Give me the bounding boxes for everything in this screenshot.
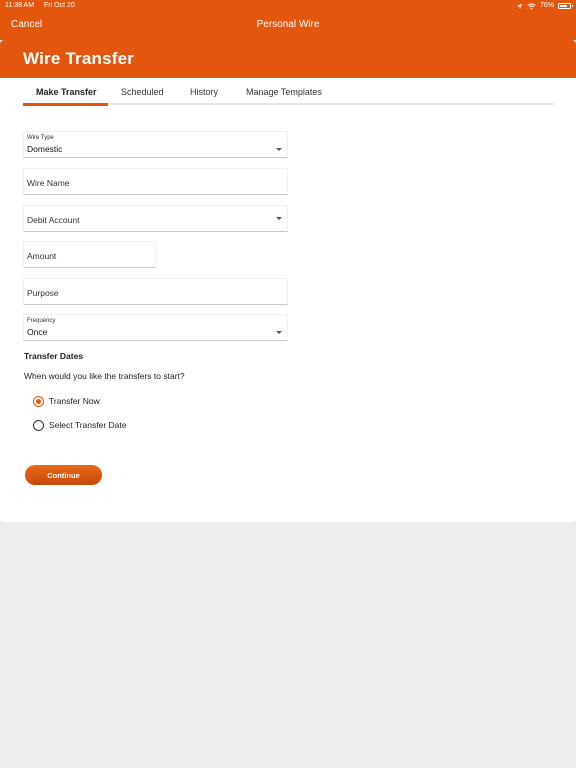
status-time: 11:38 AM (5, 2, 35, 9)
frequency-value: Once (27, 327, 48, 337)
debit-account-placeholder: Debit Account (27, 215, 80, 225)
wire-transfer-sheet: Wire Transfer Make Transfer Scheduled Hi… (0, 40, 576, 522)
battery-icon (558, 3, 573, 9)
radio-checked-icon[interactable] (33, 395, 44, 407)
radio-transfer-now[interactable]: Transfer Now (33, 395, 100, 407)
frequency-select[interactable]: Frequency Once (23, 314, 288, 341)
tab-make-transfer[interactable]: Make Transfer (36, 87, 97, 97)
wire-name-placeholder: Wire Name (27, 178, 70, 188)
frequency-label: Frequency (27, 318, 56, 324)
radio-select-transfer-date-label: Select Transfer Date (49, 420, 127, 430)
page-header: Wire Transfer (0, 40, 576, 78)
purpose-field[interactable]: Purpose (23, 278, 288, 305)
transfer-dates-question: When would you like the transfers to sta… (24, 371, 185, 381)
continue-button[interactable]: Continue (25, 465, 102, 485)
tab-scheduled[interactable]: Scheduled (121, 87, 164, 97)
tab-history[interactable]: History (190, 87, 218, 97)
wire-type-select[interactable]: Wire Type Domestic (23, 131, 288, 158)
status-left: 11:38 AM Fri Oct 20 (5, 0, 75, 12)
radio-transfer-now-label: Transfer Now (49, 396, 100, 406)
page-title: Wire Transfer (23, 49, 135, 68)
wire-type-label: Wire Type (27, 135, 54, 141)
transfer-dates-title: Transfer Dates (24, 351, 84, 361)
status-right: 76% (516, 0, 573, 12)
debit-account-select[interactable]: Debit Account (23, 205, 288, 232)
location-arrow-icon (516, 3, 523, 9)
radio-select-transfer-date[interactable]: Select Transfer Date (33, 419, 126, 431)
wire-type-value: Domestic (27, 144, 63, 154)
chevron-down-icon (276, 331, 282, 334)
nav-bar: Cancel Personal Wire (0, 12, 576, 40)
nav-title: Personal Wire (256, 19, 320, 30)
chevron-down-icon (276, 217, 282, 220)
battery-percent: 76% (539, 2, 554, 9)
amount-field[interactable]: Amount (23, 241, 156, 268)
tab-manage-templates[interactable]: Manage Templates (246, 87, 322, 97)
active-tab-indicator (23, 103, 108, 106)
chevron-down-icon (276, 148, 282, 151)
status-bar: 11:38 AM Fri Oct 20 76% (0, 0, 576, 12)
amount-placeholder: Amount (27, 251, 57, 261)
radio-unchecked-icon[interactable] (33, 419, 44, 431)
status-date: Fri Oct 20 (44, 2, 75, 9)
tab-bar: Make Transfer Scheduled History Manage T… (23, 81, 554, 106)
wire-name-field[interactable]: Wire Name (23, 168, 288, 195)
wifi-icon (527, 2, 536, 9)
purpose-placeholder: Purpose (27, 288, 59, 298)
